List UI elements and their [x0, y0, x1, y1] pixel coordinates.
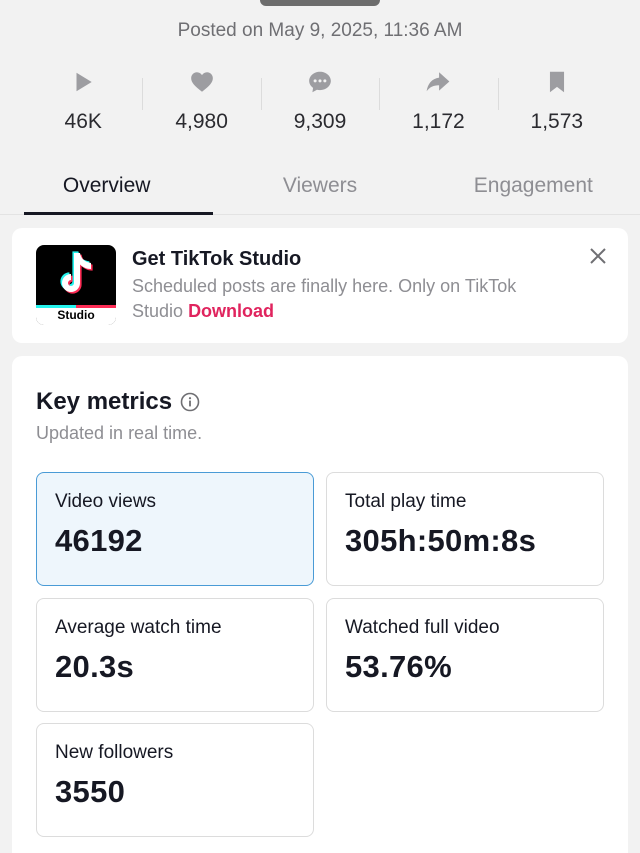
metric-label: New followers	[55, 742, 174, 763]
analytics-tabs: Overview Viewers Engagement	[0, 158, 640, 215]
stat-likes-value: 4,980	[175, 110, 228, 133]
metric-card-video-views[interactable]: Video views 46192	[36, 472, 314, 586]
metric-card-watched-full-video[interactable]: Watched full video 53.76%	[326, 598, 604, 712]
share-icon	[423, 64, 453, 100]
stat-plays-value: 46K	[64, 110, 102, 133]
stat-saves-value: 1,573	[530, 110, 584, 133]
play-icon	[68, 64, 98, 100]
close-icon	[590, 248, 606, 264]
metric-label: Watched full video	[345, 617, 500, 638]
stat-saves: 1,573	[497, 64, 616, 144]
banner-text: Scheduled posts are finally here. Only o…	[132, 274, 572, 324]
metric-value: 305h:50m:8s	[345, 523, 537, 558]
metric-value: 20.3s	[55, 649, 135, 684]
tab-viewers[interactable]: Viewers	[213, 158, 426, 214]
metric-card-new-followers[interactable]: New followers 3550	[36, 723, 314, 837]
stat-comments: 9,309	[260, 64, 379, 144]
metric-value: 53.76%	[345, 649, 452, 684]
tiktok-studio-app-icon: Studio	[36, 245, 116, 325]
video-thumbnail-edge	[260, 0, 380, 6]
stat-comments-value: 9,309	[293, 110, 347, 133]
key-metrics-header: Key metrics	[36, 388, 200, 416]
key-metrics-panel: Key metrics Updated in real time. Video …	[12, 356, 628, 853]
metric-card-average-watch-time[interactable]: Average watch time 20.3s	[36, 598, 314, 712]
metric-label: Average watch time	[55, 617, 222, 638]
stat-plays: 46K	[24, 64, 142, 144]
key-metrics-title: Key metrics	[36, 388, 173, 415]
metric-label: Video views	[55, 491, 157, 512]
tab-engagement[interactable]: Engagement	[427, 158, 640, 214]
stat-shares-value: 1,172	[412, 110, 465, 133]
app-icon-label: Studio	[36, 305, 116, 325]
tiktok-logo-icon	[60, 251, 93, 294]
metric-label: Total play time	[345, 491, 467, 512]
close-banner-button[interactable]	[588, 246, 608, 266]
metric-value: 46192	[55, 523, 143, 558]
heart-icon	[187, 64, 217, 100]
bookmark-icon	[542, 64, 572, 100]
tiktok-studio-banner: Studio Get TikTok Studio Scheduled posts…	[12, 228, 628, 343]
video-stats-row: 46K 4,980 9,309 1,172 1,573	[24, 64, 616, 144]
stat-shares: 1,172	[379, 64, 497, 144]
info-icon[interactable]	[180, 392, 200, 412]
tab-overview[interactable]: Overview	[0, 158, 214, 215]
banner-title: Get TikTok Studio	[132, 248, 302, 270]
posted-date: Posted on May 9, 2025, 11:36 AM	[177, 20, 463, 41]
metric-card-total-play-time[interactable]: Total play time 305h:50m:8s	[326, 472, 604, 586]
comment-icon	[305, 64, 335, 100]
metric-value: 3550	[55, 774, 126, 809]
stat-likes: 4,980	[142, 64, 260, 144]
download-link[interactable]: Download	[188, 301, 274, 321]
key-metrics-subtitle: Updated in real time.	[36, 423, 203, 443]
